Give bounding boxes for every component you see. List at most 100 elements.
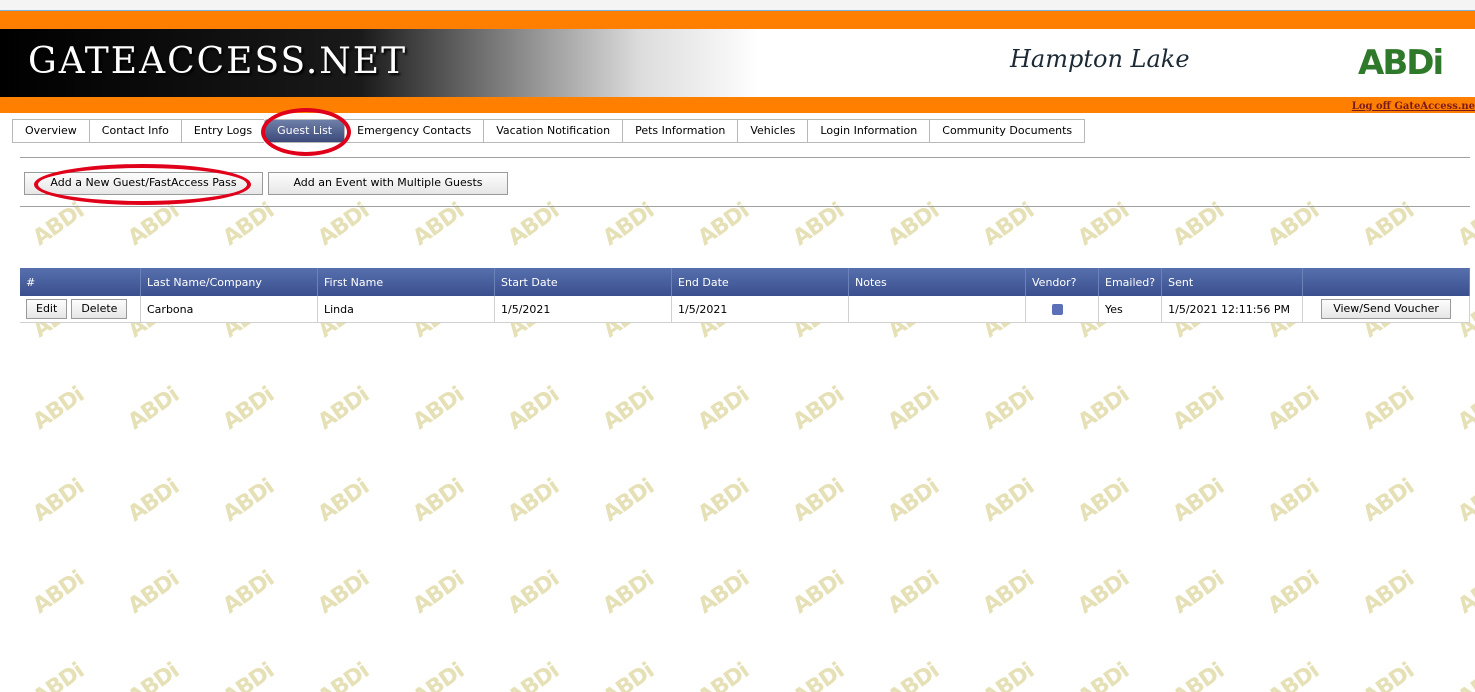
watermark-logo: ABDi: [788, 474, 849, 528]
cell-vendor: [1025, 296, 1099, 323]
watermark-logo: ABDi: [408, 566, 469, 620]
watermark-logo: ABDi: [218, 474, 279, 528]
cell-voucher: View/Send Voucher: [1302, 296, 1470, 323]
column-header: [1302, 268, 1470, 296]
tab-guest-list[interactable]: Guest List: [264, 119, 345, 143]
watermark-logo: ABDi: [313, 658, 374, 692]
table-row: Edit Delete Carbona Linda 1/5/2021 1/5/20…: [20, 296, 1470, 323]
watermark-logo: ABDi: [408, 474, 469, 528]
vendor-checkbox[interactable]: [1052, 304, 1063, 315]
watermark-logo: ABDi: [1453, 382, 1475, 436]
watermark-logo: ABDi: [218, 566, 279, 620]
watermark-logo: ABDi: [1073, 658, 1134, 692]
watermark-logo: ABDi: [1263, 382, 1324, 436]
watermark-logo: ABDi: [123, 198, 184, 252]
watermark-logo: ABDi: [28, 198, 89, 252]
community-logo: Hampton Lake: [1010, 45, 1190, 73]
watermark-logo: ABDi: [408, 658, 469, 692]
watermark-logo: ABDi: [788, 382, 849, 436]
watermark-logo: ABDi: [408, 198, 469, 252]
watermark-logo: ABDi: [978, 198, 1039, 252]
watermark-logo: ABDi: [693, 566, 754, 620]
watermark-logo: ABDi: [28, 474, 89, 528]
watermark-logo: ABDi: [788, 198, 849, 252]
row-actions: Edit Delete: [20, 296, 141, 323]
watermark-logo: ABDi: [978, 382, 1039, 436]
orange-bar-bottom: [0, 97, 1475, 113]
watermark-logo: ABDi: [503, 382, 564, 436]
tab-entry-logs[interactable]: Entry Logs: [180, 119, 265, 143]
site-banner: GATEACCESS.NET Hampton Lake ABDi: [0, 29, 1475, 97]
watermark-logo: ABDi: [598, 658, 659, 692]
tab-vehicles[interactable]: Vehicles: [737, 119, 808, 143]
watermark-logo: ABDi: [788, 658, 849, 692]
tab-pets-information[interactable]: Pets Information: [622, 119, 738, 143]
watermark-logo: ABDi: [598, 566, 659, 620]
divider: [20, 157, 1470, 158]
watermark-logo: ABDi: [1358, 566, 1419, 620]
delete-button[interactable]: Delete: [71, 299, 128, 319]
watermark-logo: ABDi: [1358, 658, 1419, 692]
watermark-logo: ABDi: [28, 658, 89, 692]
edit-button[interactable]: Edit: [26, 299, 68, 319]
tab-contact-info[interactable]: Contact Info: [88, 119, 181, 143]
watermark-logo: ABDi: [1263, 474, 1324, 528]
watermark-logo: ABDi: [1168, 474, 1229, 528]
watermark-logo: ABDi: [503, 198, 564, 252]
watermark-logo: ABDi: [883, 382, 944, 436]
watermark-logo: ABDi: [978, 474, 1039, 528]
company-logo: ABDi: [1358, 43, 1444, 83]
watermark-logo: ABDi: [1453, 474, 1475, 528]
divider: [20, 206, 1470, 207]
watermark-logo: ABDi: [598, 382, 659, 436]
column-header: First Name: [317, 268, 495, 296]
guest-list-table: # Last Name/Company First Name Start Dat…: [20, 268, 1470, 323]
watermark-logo: ABDi: [313, 382, 374, 436]
watermark-logo: ABDi: [978, 658, 1039, 692]
tab-login-information[interactable]: Login Information: [807, 119, 930, 143]
watermark-logo: ABDi: [978, 566, 1039, 620]
tab-community-documents[interactable]: Community Documents: [929, 119, 1086, 143]
watermark-logo: ABDi: [1263, 198, 1324, 252]
watermark-logo: ABDi: [1073, 566, 1134, 620]
cell-first-name: Linda: [317, 296, 495, 323]
column-header: #: [20, 268, 141, 296]
watermark-logo: ABDi: [1263, 566, 1324, 620]
watermark-logo: ABDi: [1168, 566, 1229, 620]
tab-vacation-notification[interactable]: Vacation Notification: [483, 119, 623, 143]
watermark-logo: ABDi: [883, 658, 944, 692]
watermark-logo: ABDi: [598, 474, 659, 528]
column-header: Vendor?: [1025, 268, 1099, 296]
watermark-logo: ABDi: [1453, 566, 1475, 620]
column-header: Start Date: [494, 268, 672, 296]
watermark-logo: ABDi: [693, 198, 754, 252]
watermark-logo: ABDi: [218, 198, 279, 252]
watermark-logo: ABDi: [693, 658, 754, 692]
column-header: Emailed?: [1098, 268, 1163, 296]
watermark-logo: ABDi: [313, 566, 374, 620]
watermark-logo: ABDi: [408, 382, 469, 436]
cell-end-date: 1/5/2021: [671, 296, 849, 323]
watermark-logo: ABDi: [218, 382, 279, 436]
logoff-link[interactable]: Log off GateAccess.ne: [1352, 101, 1475, 112]
watermark-logo: ABDi: [28, 382, 89, 436]
watermark-logo: ABDi: [123, 474, 184, 528]
add-event-button[interactable]: Add an Event with Multiple Guests: [268, 172, 508, 195]
watermark-logo: ABDi: [1263, 658, 1324, 692]
top-strip: [0, 0, 1475, 11]
view-send-voucher-button[interactable]: View/Send Voucher: [1321, 299, 1452, 319]
watermark-logo: ABDi: [883, 474, 944, 528]
cell-last-name: Carbona: [140, 296, 318, 323]
watermark-logo: ABDi: [598, 198, 659, 252]
watermark-logo: ABDi: [693, 474, 754, 528]
watermark-logo: ABDi: [1358, 198, 1419, 252]
watermark-logo: ABDi: [883, 198, 944, 252]
watermark-logo: ABDi: [1358, 382, 1419, 436]
tab-overview[interactable]: Overview: [12, 119, 89, 143]
watermark-logo: ABDi: [1453, 658, 1475, 692]
watermark-logo: ABDi: [693, 382, 754, 436]
watermark-logo: ABDi: [503, 658, 564, 692]
site-title: GATEACCESS.NET: [28, 41, 408, 82]
tab-emergency-contacts[interactable]: Emergency Contacts: [344, 119, 484, 143]
add-guest-button[interactable]: Add a New Guest/FastAccess Pass: [24, 172, 263, 195]
